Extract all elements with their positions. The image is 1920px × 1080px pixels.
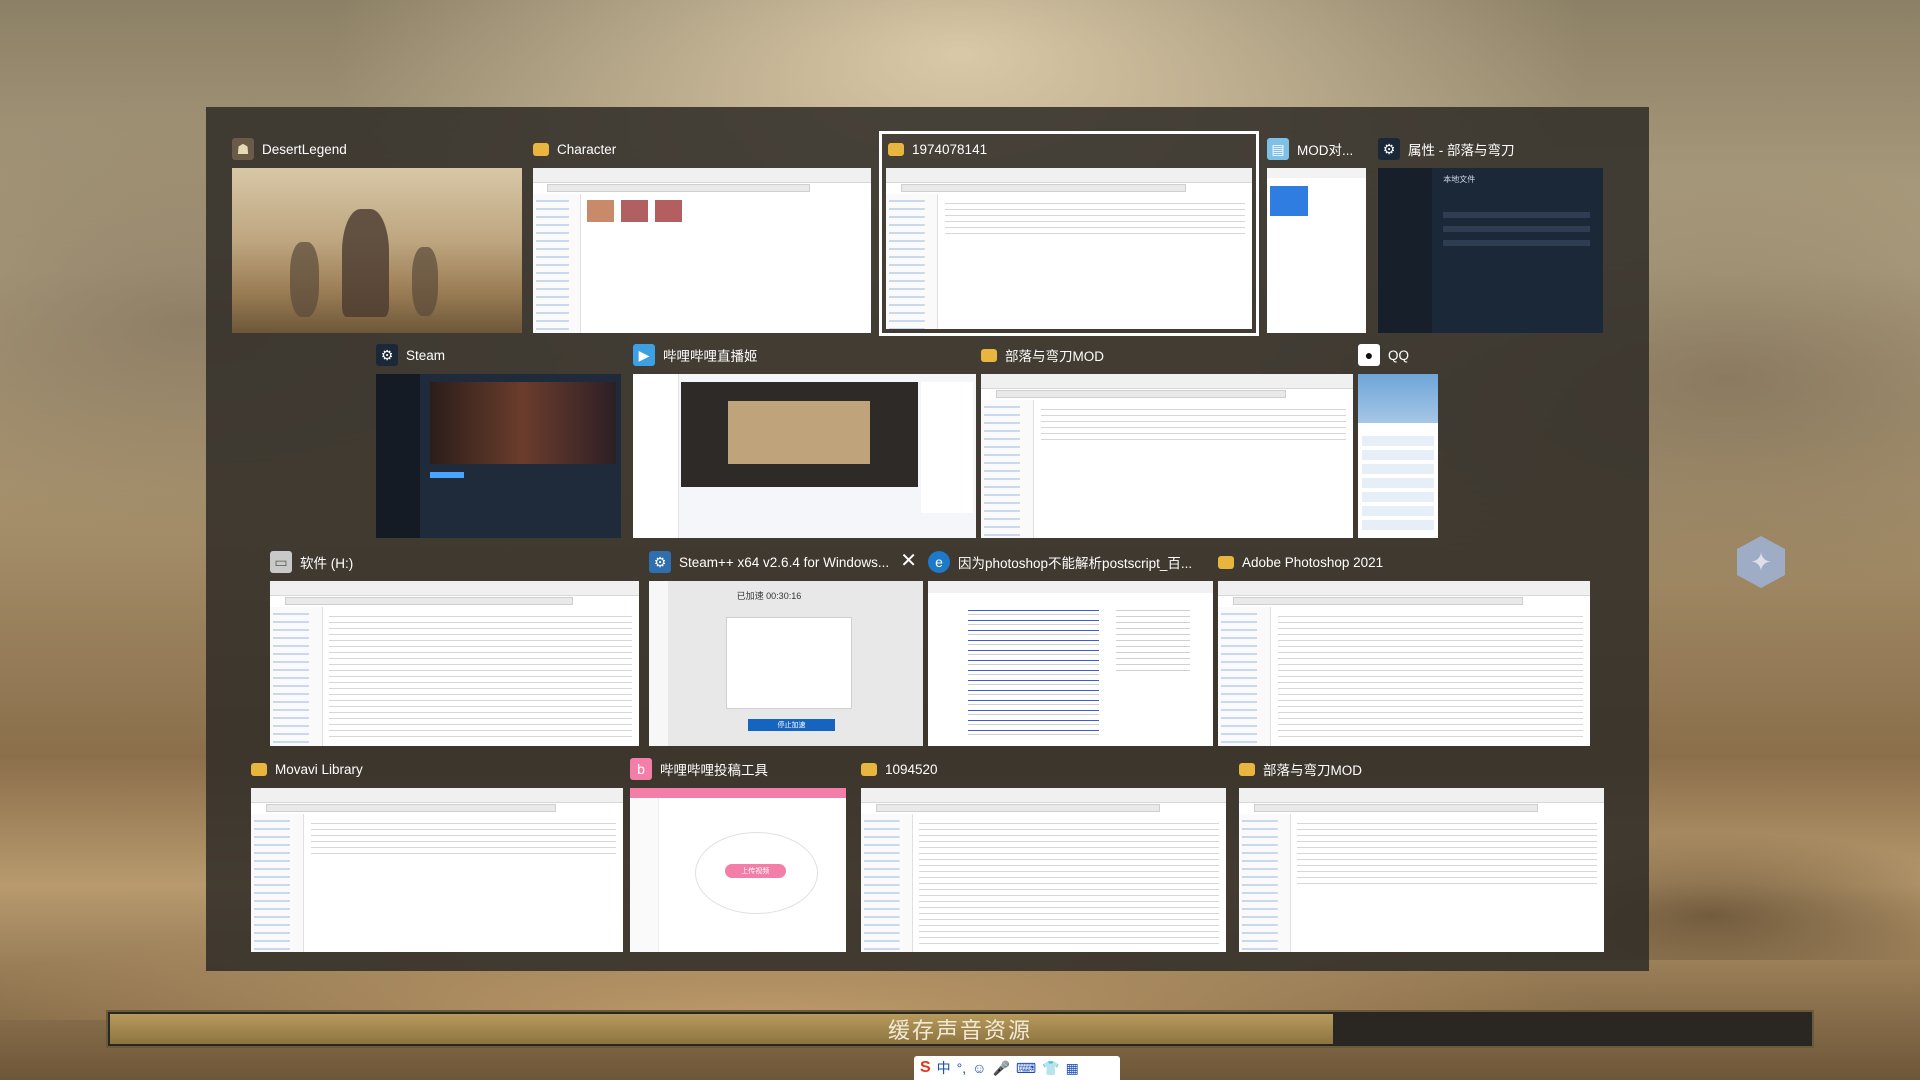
window-tile-bilibili-live[interactable]: ▶ 哔哩哔哩直播姬 xyxy=(633,340,976,538)
window-title: 部落与弯刀MOD xyxy=(1263,763,1362,778)
window-thumbnail: 上传视频 xyxy=(630,788,846,952)
window-title: QQ xyxy=(1388,347,1410,363)
window-title: 哔哩哔哩投稿工具 xyxy=(660,763,768,778)
steam-icon: ⚙ xyxy=(376,344,398,366)
window-title: 因为photoshop不能解析postscript_百... xyxy=(958,556,1193,571)
upload-video-button[interactable]: 上传视频 xyxy=(725,864,786,878)
bilibili-upload-icon: b xyxy=(630,758,652,780)
window-thumbnail xyxy=(633,374,976,538)
window-tile-edge-browser[interactable]: e 因为photoshop不能解析postscript_百... xyxy=(928,547,1213,746)
folder-icon xyxy=(1239,762,1255,776)
folder-icon xyxy=(861,762,877,776)
edge-icon: e xyxy=(928,551,950,573)
window-thumbnail xyxy=(1239,788,1604,952)
window-title: 属性 - 部落与弯刀 xyxy=(1408,143,1515,158)
task-switcher-panel: ☗ DesertLegend Character 1974078141 ▤ MO… xyxy=(206,107,1649,971)
window-thumbnail: 本地文件 xyxy=(1378,168,1603,333)
window-title: Character xyxy=(557,141,617,157)
loading-status-text: 缓存声音资源 xyxy=(887,1018,1032,1043)
folder-icon xyxy=(981,348,997,362)
window-thumbnail xyxy=(1218,581,1590,746)
window-title: 1094520 xyxy=(885,761,938,777)
toolbox-icon[interactable]: ▦ xyxy=(1066,1060,1079,1077)
keyboard-icon[interactable]: ⌨ xyxy=(1016,1060,1036,1077)
window-title: Adobe Photoshop 2021 xyxy=(1242,554,1384,570)
window-title: 软件 (H:) xyxy=(300,556,354,571)
window-tile-steampp[interactable]: ⚙ Steam++ x64 v2.6.4 for Windows... ✕ 已加… xyxy=(649,547,923,746)
window-tile-drive-h[interactable]: ▭ 软件 (H:) xyxy=(270,547,639,746)
window-tile-desertlegend[interactable]: ☗ DesertLegend xyxy=(232,134,522,333)
window-title: Steam xyxy=(406,347,446,363)
game-icon: ☗ xyxy=(232,138,254,160)
window-title: Steam++ x64 v2.6.4 for Windows... xyxy=(679,554,890,570)
window-tile-qq[interactable]: ● QQ xyxy=(1358,340,1438,538)
drive-icon: ▭ xyxy=(270,551,292,573)
window-title: 部落与弯刀MOD xyxy=(1005,349,1104,364)
window-thumbnail xyxy=(861,788,1226,952)
emoji-icon[interactable]: ☺ xyxy=(972,1060,986,1076)
microphone-icon[interactable]: 🎤 xyxy=(992,1060,1009,1077)
stop-acceleration-button[interactable]: 停止加速 xyxy=(747,719,836,731)
window-thumbnail xyxy=(270,581,639,746)
window-title: 哔哩哔哩直播姬 xyxy=(663,349,758,364)
folder-icon xyxy=(888,142,904,156)
window-tile-character[interactable]: Character xyxy=(533,134,871,333)
window-tile-1094520[interactable]: 1094520 xyxy=(861,754,1226,952)
window-tile-1974078141[interactable]: 1974078141 xyxy=(879,131,1259,336)
window-title: DesertLegend xyxy=(262,141,347,157)
bilibili-live-icon: ▶ xyxy=(633,344,655,366)
window-thumbnail xyxy=(886,168,1252,329)
window-thumbnail xyxy=(981,374,1353,538)
window-tile-tribe-mod-2[interactable]: 部落与弯刀MOD xyxy=(1239,754,1604,952)
window-title: 1974078141 xyxy=(912,141,988,157)
window-thumbnail xyxy=(533,168,871,333)
window-tile-movavi-library[interactable]: Movavi Library xyxy=(251,754,623,952)
window-thumbnail: 已加速 00:30:16 停止加速 xyxy=(649,581,923,746)
ime-punctuation-toggle[interactable]: °, xyxy=(957,1060,967,1076)
window-title: Movavi Library xyxy=(275,761,363,777)
window-tile-steam-properties[interactable]: ⚙ 属性 - 部落与弯刀 本地文件 xyxy=(1378,134,1603,333)
folder-icon xyxy=(1218,555,1234,569)
window-tile-mod-notes[interactable]: ▤ MOD对... xyxy=(1267,134,1366,333)
ime-mode-toggle[interactable]: 中 xyxy=(937,1058,951,1078)
skin-icon[interactable]: 👕 xyxy=(1042,1060,1059,1077)
window-thumbnail xyxy=(1267,168,1366,333)
close-icon[interactable]: ✕ xyxy=(900,551,917,571)
loading-progress-bar: 缓存声音资源 xyxy=(106,1010,1814,1048)
folder-icon xyxy=(251,762,267,776)
properties-heading: 本地文件 xyxy=(1443,175,1476,184)
steampp-icon: ⚙ xyxy=(649,551,671,573)
window-thumbnail xyxy=(928,581,1213,746)
ime-toolbar[interactable]: S 中 °, ☺ 🎤 ⌨ 👕 ▦ xyxy=(914,1056,1120,1080)
window-thumbnail xyxy=(1358,374,1438,538)
window-tile-steam[interactable]: ⚙ Steam xyxy=(376,340,621,538)
window-tile-bilibili-upload[interactable]: b 哔哩哔哩投稿工具 上传视频 xyxy=(630,754,846,952)
window-tile-adobe-photoshop[interactable]: Adobe Photoshop 2021 xyxy=(1218,547,1590,746)
qq-icon: ● xyxy=(1358,344,1380,366)
window-thumbnail xyxy=(251,788,623,952)
steam-icon: ⚙ xyxy=(1378,138,1400,160)
folder-icon xyxy=(533,142,549,156)
window-title: MOD对... xyxy=(1297,143,1354,158)
window-thumbnail xyxy=(232,168,522,333)
notepad-icon: ▤ xyxy=(1267,138,1289,160)
acceleration-status: 已加速 00:30:16 xyxy=(736,591,802,601)
window-thumbnail xyxy=(376,374,621,538)
sogou-logo-icon[interactable]: S xyxy=(920,1059,931,1077)
window-tile-tribe-mod-1[interactable]: 部落与弯刀MOD xyxy=(981,340,1353,538)
